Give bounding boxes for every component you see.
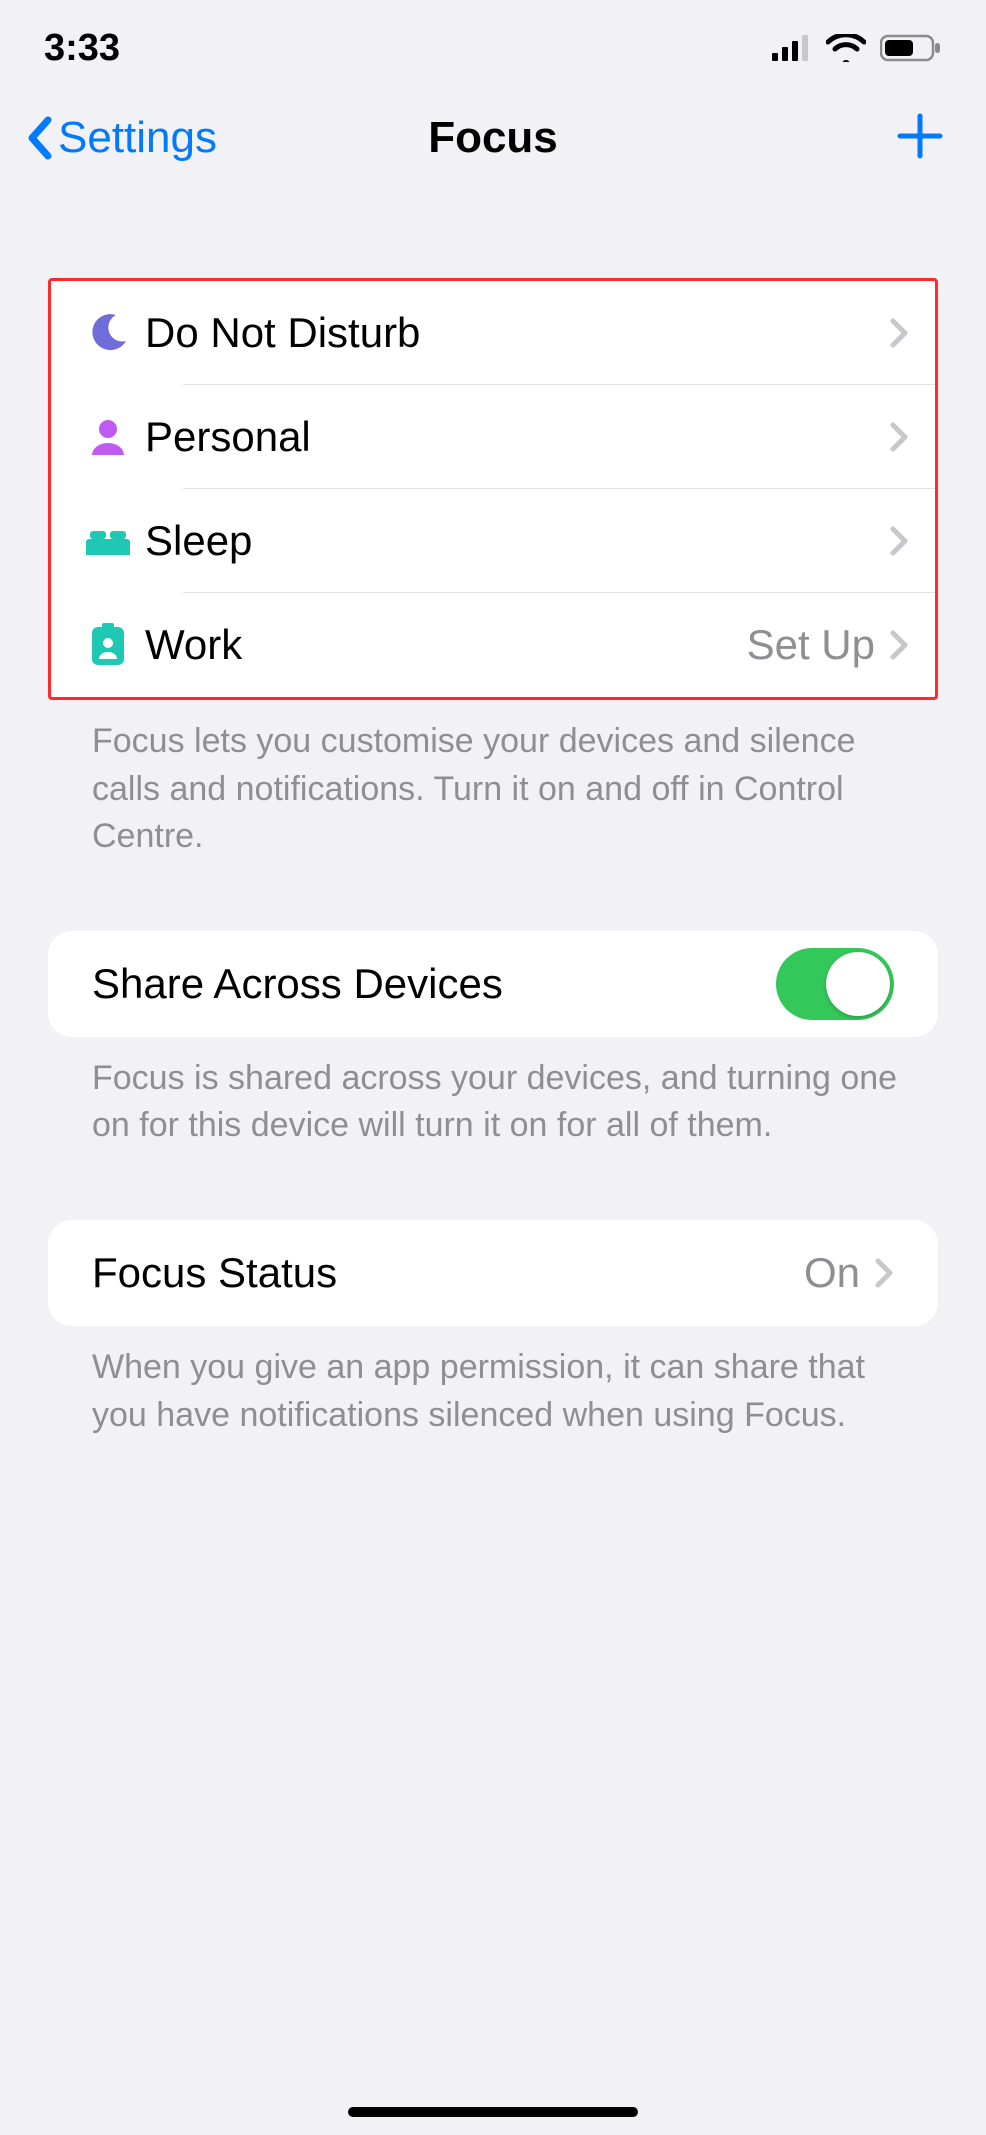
home-indicator[interactable] — [348, 2107, 638, 2117]
add-button[interactable] — [896, 112, 944, 165]
battery-icon — [880, 34, 942, 62]
focus-status-value: On — [804, 1249, 860, 1297]
focus-mode-dnd[interactable]: Do Not Disturb — [51, 281, 935, 385]
chevron-right-icon — [889, 421, 909, 453]
focus-mode-work[interactable]: Work Set Up — [51, 593, 935, 697]
toggle-knob — [826, 952, 890, 1016]
focus-modes-footer: Focus lets you customise your devices an… — [48, 700, 938, 861]
wifi-icon — [826, 34, 866, 62]
focus-mode-label: Sleep — [145, 517, 889, 565]
share-across-devices-card: Share Across Devices — [48, 931, 938, 1037]
chevron-right-icon — [889, 629, 909, 661]
chevron-right-icon — [889, 525, 909, 557]
share-toggle[interactable] — [776, 948, 894, 1020]
chevron-left-icon — [24, 116, 54, 160]
back-label: Settings — [58, 113, 217, 163]
status-time: 3:33 — [44, 27, 120, 70]
cellular-icon — [772, 35, 812, 61]
person-icon — [77, 415, 139, 459]
share-across-devices-row: Share Across Devices — [48, 931, 938, 1037]
page-title: Focus — [428, 113, 558, 163]
bed-icon — [77, 521, 139, 561]
focus-mode-label: Do Not Disturb — [145, 309, 889, 357]
badge-icon — [77, 623, 139, 667]
focus-mode-label: Personal — [145, 413, 889, 461]
focus-mode-label: Work — [145, 621, 747, 669]
chevron-right-icon — [874, 1257, 894, 1289]
plus-icon — [896, 112, 944, 165]
back-button[interactable]: Settings — [24, 113, 217, 163]
focus-mode-personal[interactable]: Personal — [51, 385, 935, 489]
focus-status-row[interactable]: Focus Status On — [48, 1220, 938, 1326]
moon-icon — [77, 311, 139, 355]
focus-mode-detail: Set Up — [747, 621, 875, 669]
focus-status-footer: When you give an app permission, it can … — [48, 1326, 938, 1439]
focus-status-label: Focus Status — [92, 1249, 337, 1297]
chevron-right-icon — [889, 317, 909, 349]
focus-mode-sleep[interactable]: Sleep — [51, 489, 935, 593]
share-label: Share Across Devices — [92, 960, 503, 1008]
status-bar: 3:33 — [0, 18, 986, 78]
nav-bar: Settings Focus — [0, 78, 986, 198]
share-footer: Focus is shared across your devices, and… — [48, 1037, 938, 1150]
status-indicators — [772, 34, 942, 62]
focus-modes-list: Do Not Disturb Personal — [48, 278, 938, 700]
focus-status-card: Focus Status On — [48, 1220, 938, 1326]
